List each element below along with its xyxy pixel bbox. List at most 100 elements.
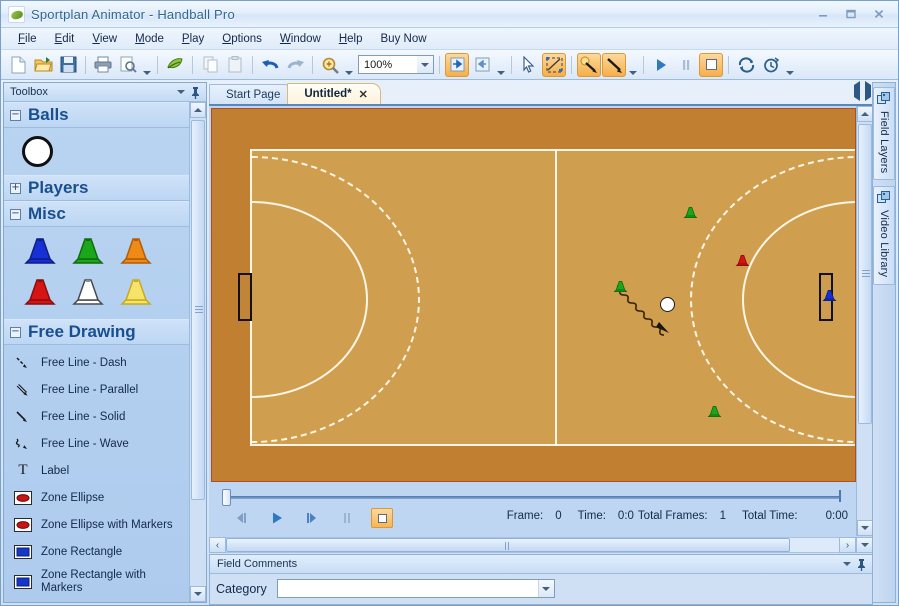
tool-zone-ellipse-markers[interactable]: Zone Ellipse with Markers <box>4 511 189 538</box>
tab-start-page[interactable]: Start Page <box>209 84 294 104</box>
close-icon[interactable] <box>866 5 892 22</box>
print-icon[interactable] <box>91 53 115 77</box>
paste-icon[interactable] <box>223 53 247 77</box>
expander-misc[interactable]: − <box>10 208 21 220</box>
menu-play[interactable]: Play <box>173 31 213 47</box>
cone-green-top[interactable] <box>682 204 699 221</box>
ball-on-court[interactable] <box>660 297 675 312</box>
section-header-free-drawing[interactable]: − Free Drawing <box>4 319 189 345</box>
cone-green[interactable] <box>68 235 116 270</box>
loop-icon[interactable] <box>734 53 758 77</box>
section-header-balls[interactable]: − Balls <box>4 102 189 128</box>
maximize-icon[interactable] <box>838 5 864 22</box>
save-icon[interactable] <box>56 53 80 77</box>
category-select[interactable] <box>276 579 555 598</box>
open-folder-icon[interactable] <box>31 53 55 77</box>
undo-icon[interactable] <box>258 53 282 77</box>
expander-free-drawing[interactable]: − <box>10 326 21 338</box>
play-button[interactable] <box>266 508 288 528</box>
prev-tab-icon[interactable] <box>854 81 860 101</box>
stop-icon[interactable] <box>699 52 723 77</box>
tool-zone-ellipse[interactable]: Zone Ellipse <box>4 484 189 511</box>
tool-label[interactable]: T Label <box>4 457 189 484</box>
crop-region-icon[interactable] <box>542 52 566 77</box>
category-input[interactable] <box>277 580 536 597</box>
toolbox-scrollbar[interactable] <box>189 102 206 602</box>
cone-blue[interactable] <box>20 235 68 270</box>
chevron-down-icon[interactable] <box>417 56 433 73</box>
cone-white[interactable] <box>68 276 116 311</box>
cone-blue-right[interactable] <box>821 287 838 304</box>
timeline-thumb[interactable] <box>222 489 231 506</box>
menu-options[interactable]: Options <box>213 31 271 47</box>
cone-red-center[interactable] <box>734 252 751 269</box>
cone-yellow[interactable] <box>116 276 164 311</box>
toolbar-overflow-3[interactable] <box>627 54 638 76</box>
canvas-vertical-scrollbar[interactable] <box>856 106 873 536</box>
zoom-level-combo[interactable]: 100% <box>358 55 434 74</box>
menu-help[interactable]: Help <box>330 31 372 47</box>
hscroll-track[interactable] <box>226 537 839 553</box>
pin-icon[interactable] <box>854 557 869 572</box>
arrow-line-icon[interactable] <box>602 52 626 77</box>
timeline-slider[interactable] <box>222 489 841 506</box>
menu-view[interactable]: View <box>83 31 126 47</box>
canvas-horizontal-scrollbar[interactable]: ‹ › <box>209 536 873 554</box>
import-icon[interactable] <box>470 53 494 77</box>
tab-untitled[interactable]: Untitled* ✕ <box>287 83 381 104</box>
scroll-down-icon[interactable] <box>857 520 873 536</box>
handball-field[interactable] <box>211 108 856 482</box>
next-tab-icon[interactable] <box>865 81 871 101</box>
pen-arrow-icon[interactable] <box>577 52 601 77</box>
cone-red[interactable] <box>20 276 68 311</box>
expander-players[interactable]: + <box>10 182 21 194</box>
tool-free-line-dash[interactable]: Free Line - Dash <box>4 349 189 376</box>
print-preview-icon[interactable] <box>116 53 140 77</box>
expander-balls[interactable]: − <box>10 109 21 121</box>
step-back-button[interactable] <box>231 508 253 528</box>
menu-edit[interactable]: Edit <box>46 31 84 47</box>
tool-zone-rectangle[interactable]: Zone Rectangle <box>4 538 189 565</box>
stop-button[interactable] <box>371 508 393 528</box>
menu-file[interactable]: File <box>9 31 46 47</box>
close-icon[interactable]: ✕ <box>359 88 368 101</box>
ball-white[interactable] <box>22 136 53 167</box>
redo-icon[interactable] <box>283 53 307 77</box>
cone-green-left[interactable] <box>612 278 629 295</box>
zoom-dropdown-arrow[interactable] <box>343 54 354 76</box>
section-header-misc[interactable]: − Misc <box>4 201 189 227</box>
scroll-down-icon[interactable] <box>190 586 206 602</box>
new-icon[interactable] <box>6 53 30 77</box>
toolbar-overflow-4[interactable] <box>784 54 795 76</box>
scrollbar-thumb[interactable] <box>858 124 872 424</box>
scroll-down-icon[interactable] <box>856 537 873 553</box>
zoom-icon[interactable] <box>318 53 342 77</box>
step-forward-button[interactable] <box>301 508 323 528</box>
scroll-up-icon[interactable] <box>857 106 873 122</box>
chevron-down-icon[interactable] <box>173 85 188 100</box>
select-pointer-icon[interactable] <box>517 53 541 77</box>
pin-icon[interactable] <box>188 85 203 100</box>
tool-zone-rectangle-markers[interactable]: Zone Rectangle with Markers <box>4 565 189 599</box>
toolbar-overflow-1[interactable] <box>141 54 152 76</box>
export-icon[interactable] <box>445 52 469 77</box>
section-header-players[interactable]: + Players <box>4 175 189 201</box>
menu-window[interactable]: Window <box>271 31 330 47</box>
tool-free-line-wave[interactable]: Free Line - Wave <box>4 430 189 457</box>
menu-mode[interactable]: Mode <box>126 31 173 47</box>
timing-icon[interactable] <box>759 53 783 77</box>
scrollbar-thumb[interactable] <box>191 120 205 500</box>
vtab-field-layers[interactable]: Field Layers <box>873 87 895 181</box>
pause-button[interactable] <box>336 508 358 528</box>
toolbar-overflow-2[interactable] <box>495 54 506 76</box>
cone-orange[interactable] <box>116 235 164 270</box>
vtab-video-library[interactable]: Video Library <box>873 186 895 285</box>
play-icon[interactable] <box>649 53 673 77</box>
chevron-down-icon[interactable] <box>537 580 554 597</box>
tool-free-line-parallel[interactable]: Free Line - Parallel <box>4 376 189 403</box>
pause-icon[interactable] <box>674 53 698 77</box>
leaf-icon[interactable] <box>163 53 187 77</box>
cone-green-bottom[interactable] <box>706 403 723 420</box>
scrollbar-thumb[interactable] <box>226 538 790 552</box>
copy-icon[interactable] <box>198 53 222 77</box>
